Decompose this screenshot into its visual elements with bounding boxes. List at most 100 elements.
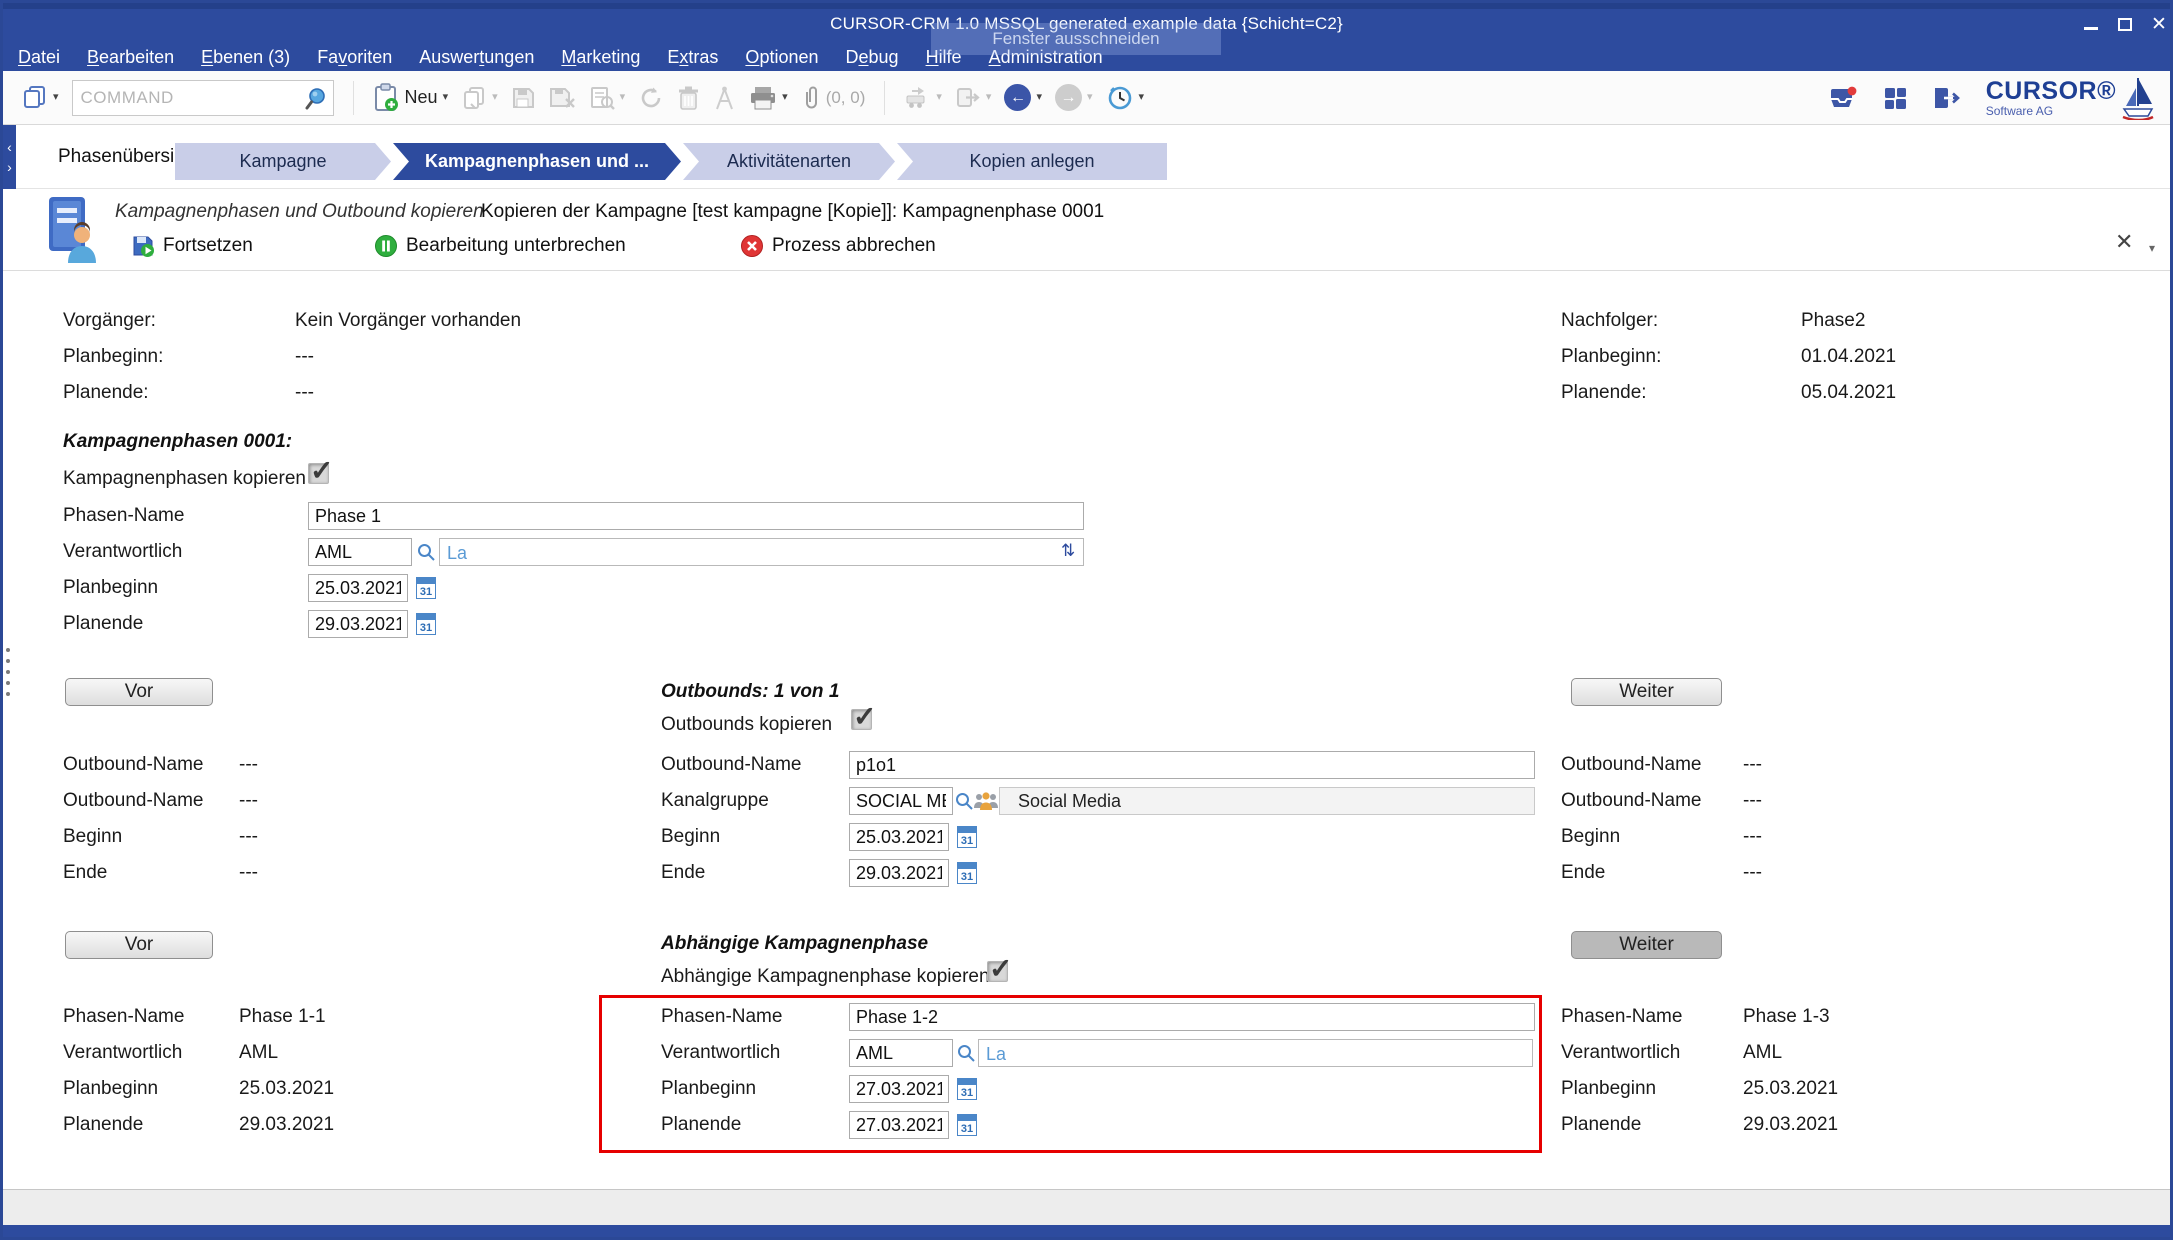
field-row: Planbeginn:--- bbox=[63, 339, 521, 375]
phase-tab-kopien-anlegen[interactable]: Kopien anlegen bbox=[897, 143, 1167, 180]
window-switch-button[interactable]: ▾ bbox=[21, 84, 59, 111]
outbound-prev-button[interactable]: Vor bbox=[65, 678, 213, 706]
outbound-prev-summary: Outbound-Name---Outbound-Name---Beginn--… bbox=[63, 747, 258, 891]
calendar-icon[interactable]: 31 bbox=[957, 1114, 977, 1136]
minimize-icon bbox=[2084, 27, 2098, 30]
save-close-button[interactable] bbox=[549, 85, 576, 110]
menu-item[interactable]: Ebenen (3) bbox=[201, 47, 290, 68]
chevron-down-icon: ▾ bbox=[443, 92, 449, 103]
print-button[interactable]: ▾ bbox=[749, 85, 788, 111]
field-row: Phasen-NamePhase 1-3 bbox=[1561, 999, 1838, 1035]
menu-item[interactable]: Favoriten bbox=[317, 47, 392, 68]
field-label: Planbeginn: bbox=[1561, 346, 1801, 368]
menu-item[interactable]: Extras bbox=[667, 47, 718, 68]
menu-item[interactable]: Optionen bbox=[745, 47, 818, 68]
field-row: Phasen-NamePhase 1-1 bbox=[63, 999, 334, 1035]
dependent-next-button[interactable]: Weiter bbox=[1571, 931, 1722, 959]
phase-responsible-code-input[interactable] bbox=[308, 538, 412, 566]
vendor-logo[interactable]: CURSOR® Software AG bbox=[1986, 76, 2156, 120]
continue-button[interactable]: Fortsetzen bbox=[131, 231, 253, 261]
pause-icon bbox=[374, 234, 398, 258]
field-label: Planende bbox=[1561, 1114, 1743, 1136]
outbound-next-button[interactable]: Weiter bbox=[1571, 678, 1722, 706]
menu-item[interactable]: Bearbeiten bbox=[87, 47, 174, 68]
phase-copy-checkbox[interactable]: ✓ bbox=[308, 463, 329, 484]
dependent-copy-label: Abhängige Kampagnenphase kopieren bbox=[661, 963, 990, 991]
outbound-name-input[interactable] bbox=[849, 751, 1535, 779]
minimize-button[interactable] bbox=[2079, 13, 2103, 35]
copy-record-button[interactable]: ▾ bbox=[461, 85, 498, 111]
abort-button[interactable]: Prozess abbrechen bbox=[740, 231, 936, 261]
panel-collapse-strip[interactable]: ‹ › bbox=[3, 125, 16, 189]
toolbar-separator bbox=[884, 81, 885, 115]
abort-icon bbox=[740, 234, 764, 258]
lookup-button[interactable] bbox=[956, 1043, 976, 1068]
search-records-button[interactable]: ▾ bbox=[589, 85, 626, 111]
phase-responsible-name-field[interactable] bbox=[439, 538, 1084, 566]
logout-button[interactable] bbox=[1932, 85, 1962, 111]
channel-group-code-input[interactable] bbox=[849, 787, 953, 815]
history-button[interactable]: ▾ bbox=[1106, 84, 1145, 112]
dependent-responsible-name-field[interactable] bbox=[978, 1039, 1533, 1067]
process-book-icon bbox=[41, 195, 99, 263]
outbound-begin-input[interactable] bbox=[849, 823, 949, 851]
chevron-left-icon: ‹ bbox=[7, 139, 12, 155]
sort-icon[interactable]: ⇅ bbox=[1061, 541, 1075, 561]
outbound-copy-checkbox[interactable]: ✓ bbox=[851, 709, 872, 730]
phase-name-input[interactable] bbox=[308, 502, 1084, 530]
new-button[interactable]: Neu ▾ bbox=[373, 83, 449, 112]
dependent-responsible-code-input[interactable] bbox=[849, 1039, 953, 1067]
calendar-icon[interactable]: 31 bbox=[957, 1078, 977, 1100]
dependent-prev-button[interactable]: Vor bbox=[65, 931, 213, 959]
command-input[interactable] bbox=[73, 82, 295, 114]
lookup-button[interactable] bbox=[416, 542, 436, 567]
phase-begin-label: Planbeginn bbox=[63, 574, 158, 602]
chevron-down-icon: ▾ bbox=[53, 92, 59, 103]
chevron-down-icon: ▾ bbox=[782, 92, 788, 103]
refresh-button[interactable] bbox=[638, 85, 664, 111]
outbound-end-label: Ende bbox=[661, 859, 705, 887]
phase-tab-aktivitaetenarten[interactable]: Aktivitätenarten bbox=[683, 143, 895, 180]
dependent-begin-input[interactable] bbox=[849, 1075, 949, 1103]
navigate-back-button[interactable]: ← ▾ bbox=[1004, 84, 1042, 111]
outbound-next-summary: Outbound-Name---Outbound-Name---Beginn--… bbox=[1561, 747, 1762, 891]
delete-button[interactable] bbox=[677, 85, 700, 111]
phase-responsible-link[interactable]: La bbox=[447, 543, 467, 564]
maximize-button[interactable] bbox=[2113, 13, 2137, 35]
checkout-button[interactable]: ▾ bbox=[955, 85, 992, 110]
phase-tab-kampagne[interactable]: Kampagne bbox=[175, 143, 391, 180]
panel-menu-caret[interactable]: ▾ bbox=[2149, 241, 2155, 255]
dependent-end-input[interactable] bbox=[849, 1111, 949, 1139]
transfer-button[interactable]: ▾ bbox=[904, 85, 942, 110]
calendar-icon[interactable]: 31 bbox=[957, 826, 977, 848]
phase-begin-input[interactable] bbox=[308, 574, 408, 602]
outbound-end-input[interactable] bbox=[849, 859, 949, 887]
inbox-button[interactable] bbox=[1827, 85, 1859, 111]
close-button[interactable]: ✕ bbox=[2147, 13, 2171, 35]
search-button[interactable] bbox=[303, 86, 329, 117]
menu-item[interactable]: Datei bbox=[18, 47, 60, 68]
dependent-copy-checkbox[interactable]: ✓ bbox=[987, 961, 1008, 982]
field-label: Phasen-Name bbox=[63, 1006, 239, 1028]
phase-end-input[interactable] bbox=[308, 610, 408, 638]
navigate-forward-button[interactable]: → ▾ bbox=[1055, 84, 1093, 111]
export-icon bbox=[955, 85, 981, 110]
field-value: Phase2 bbox=[1801, 310, 1865, 332]
panel-close-button[interactable]: ✕ bbox=[2115, 229, 2133, 255]
save-button[interactable] bbox=[511, 85, 536, 110]
splitter-handle[interactable] bbox=[6, 648, 10, 696]
menu-item[interactable]: Debug bbox=[846, 47, 899, 68]
calendar-icon[interactable]: 31 bbox=[416, 577, 436, 599]
dependent-responsible-link[interactable]: La bbox=[986, 1044, 1006, 1065]
menu-item[interactable]: Marketing bbox=[561, 47, 640, 68]
dependent-name-input[interactable] bbox=[849, 1003, 1535, 1031]
tiles-button[interactable] bbox=[1883, 86, 1908, 111]
phase-tab-kampagnenphasen[interactable]: Kampagnenphasen und ... bbox=[393, 143, 681, 180]
lookup-button[interactable] bbox=[954, 791, 974, 816]
calendar-icon[interactable]: 31 bbox=[416, 613, 436, 635]
attachments-button[interactable]: (0, 0) bbox=[801, 84, 866, 111]
pause-button[interactable]: Bearbeitung unterbrechen bbox=[374, 231, 626, 261]
calendar-icon[interactable]: 31 bbox=[957, 862, 977, 884]
menu-item[interactable]: Auswertungen bbox=[419, 47, 534, 68]
geometry-button[interactable] bbox=[713, 85, 736, 111]
